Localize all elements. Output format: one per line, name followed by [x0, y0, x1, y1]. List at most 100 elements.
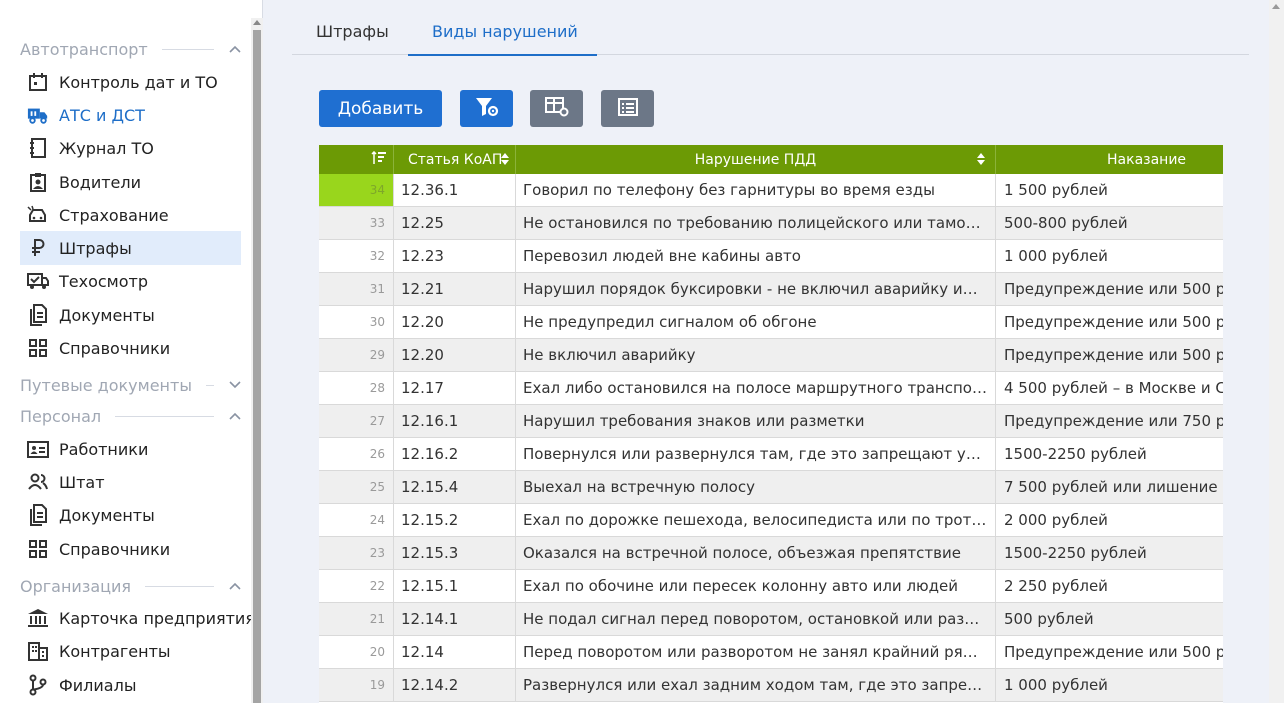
table-header: Статья КоАП Нарушение ПДД Наказание — [319, 145, 1223, 174]
id-badge-icon — [27, 171, 49, 193]
sidebar-item-documents[interactable]: Документы — [20, 298, 241, 332]
table-row[interactable]: 24 12.15.2 Ехал по дорожке пешехода, велос… — [319, 504, 1223, 537]
sidebar-item-branches[interactable]: Филиалы — [20, 668, 241, 702]
article-cell: 12.15.4 — [394, 471, 516, 503]
sidebar-item-references[interactable]: Справочники — [20, 331, 241, 365]
sidebar-item-drivers[interactable]: Водители — [20, 165, 241, 199]
column-header-violation[interactable]: Нарушение ПДД — [516, 145, 996, 174]
add-button[interactable]: Добавить — [319, 90, 442, 127]
table-row[interactable]: 28 12.17 Ехал либо остановился на полосе м… — [319, 372, 1223, 405]
sidebar-item-to-journal[interactable]: Журнал ТО — [20, 131, 241, 165]
divider — [205, 384, 214, 386]
table-row[interactable]: 30 12.20 Не предупредил сигналом об обгоне… — [319, 306, 1223, 339]
article-cell: 12.36.1 — [394, 174, 516, 206]
row-number: 27 — [319, 405, 394, 437]
violation-cell: Ехал по обочине или пересек колонну авто… — [516, 570, 996, 602]
sidebar-item-label: Журнал ТО — [59, 138, 154, 158]
documents-icon — [27, 304, 49, 326]
sidebar-item-date-control[interactable]: Контроль дат и ТО — [20, 65, 241, 99]
table-row[interactable]: 20 12.14 Перед поворотом или разворотом не… — [319, 636, 1223, 669]
sidebar-item-insurance[interactable]: Страхование — [20, 198, 241, 232]
table-row[interactable]: 29 12.20 Не включил аварийку Предупреждение… — [319, 339, 1223, 372]
documents-icon — [27, 504, 49, 526]
article-cell: 12.16.1 — [394, 405, 516, 437]
sidebar-item-label: Справочники — [59, 338, 171, 358]
sidebar-item-label: Штат — [59, 472, 105, 492]
inspection-icon — [27, 270, 49, 292]
sidebar-item-fines[interactable]: Штрафы — [20, 231, 241, 265]
section-vehicles[interactable]: Автотранспорт — [20, 38, 242, 60]
calendar-icon — [27, 71, 49, 93]
penalty-cell: 2 000 рублей — [1004, 511, 1108, 529]
section-waybills[interactable]: Путевые документы — [20, 374, 242, 396]
table-row[interactable]: 31 12.21 Нарушил порядок буксировки - не в… — [319, 273, 1223, 306]
table-row[interactable]: 23 12.15.3 Оказался на встречной полосе, о… — [319, 537, 1223, 570]
table-row[interactable]: 27 12.16.1 Нарушил требования знаков или р… — [319, 405, 1223, 438]
sidebar-item-label: Справочники — [59, 539, 171, 559]
violation-cell: Не подал сигнал перед поворотом, останов… — [516, 603, 996, 635]
sidebar-item-label: Карточка предприятия — [59, 608, 255, 628]
tab-violation-types[interactable]: Виды нарушений — [408, 22, 597, 56]
sidebar-item-inspection[interactable]: Техосмотр — [20, 264, 241, 298]
row-number: 32 — [319, 240, 394, 272]
table-row[interactable]: 19 12.14.2 Развернулся или ехал задним ход… — [319, 669, 1223, 702]
section-organization[interactable]: Организация — [20, 575, 242, 597]
sidebar-item-counterparties[interactable]: Контрагенты — [20, 634, 241, 668]
sidebar-item-employees[interactable]: Работники — [20, 432, 241, 466]
sidebar-item-company-card[interactable]: Карточка предприятия — [20, 601, 255, 635]
people-icon — [27, 471, 49, 493]
contact-card-icon — [27, 438, 49, 460]
sidebar-item-label: Техосмотр — [59, 271, 149, 291]
branch-icon — [27, 674, 49, 696]
column-header-label: Наказание — [1107, 151, 1187, 168]
row-number: 24 — [319, 504, 394, 536]
scroll-up-icon[interactable] — [253, 20, 261, 25]
violation-cell: Повернулся или развернулся там, где это … — [516, 438, 996, 470]
column-header-penalty[interactable]: Наказание — [996, 145, 1223, 174]
table-row[interactable]: 32 12.23 Перевозил людей вне кабины авто 1 … — [319, 240, 1223, 273]
penalty-cell: 1 000 рублей — [1004, 676, 1108, 694]
sort-icon — [501, 152, 509, 170]
filter-settings-button[interactable] — [460, 90, 513, 127]
sidebar-item-label: Водители — [59, 172, 142, 192]
table-row[interactable]: 21 12.14.1 Не подал сигнал перед поворотом… — [319, 603, 1223, 636]
sidebar-item-label: Страхование — [59, 205, 169, 225]
scroll-up-icon[interactable] — [1272, 4, 1280, 9]
row-number: 29 — [319, 339, 394, 371]
chevron-up-icon[interactable] — [228, 579, 242, 593]
divider — [115, 415, 214, 417]
sidebar: Автотранспорт Контроль дат и ТО АТС и ДС… — [0, 0, 263, 703]
sidebar-scrollbar[interactable] — [251, 18, 263, 703]
page-scrollbar[interactable] — [1269, 0, 1284, 703]
sidebar-item-personnel-documents[interactable]: Документы — [20, 498, 241, 532]
list-view-button[interactable] — [601, 90, 654, 127]
table-row[interactable]: 26 12.16.2 Повернулся или развернулся там,… — [319, 438, 1223, 471]
penalty-cell: Предупреждение или 500 рублей — [1004, 346, 1223, 364]
tab-fines[interactable]: Штрафы — [316, 22, 389, 55]
section-personnel[interactable]: Персонал — [20, 405, 242, 427]
chevron-down-icon[interactable] — [228, 378, 242, 392]
chevron-up-icon[interactable] — [228, 42, 242, 56]
scrollbar-thumb[interactable] — [253, 30, 261, 703]
article-cell: 12.15.3 — [394, 537, 516, 569]
sort-order-header[interactable] — [319, 145, 394, 174]
sidebar-item-ats[interactable]: АТС и ДСТ — [20, 98, 241, 132]
row-number: 28 — [319, 372, 394, 404]
row-number: 31 — [319, 273, 394, 305]
violation-cell: Не остановился по требованию полицейског… — [516, 207, 996, 239]
table-row[interactable]: 33 12.25 Не остановился по требованию поли… — [319, 207, 1223, 240]
columns-settings-button[interactable] — [530, 90, 583, 127]
chevron-up-icon[interactable] — [228, 409, 242, 423]
row-number: 25 — [319, 471, 394, 503]
column-header-article[interactable]: Статья КоАП — [394, 145, 516, 174]
sidebar-item-staff[interactable]: Штат — [20, 465, 241, 499]
table-gear-icon — [544, 95, 570, 123]
table-row[interactable]: 34 12.36.1 Говорил по телефону без гарниту… — [319, 174, 1223, 207]
section-label: Персонал — [20, 406, 102, 426]
table-row[interactable]: 22 12.15.1 Ехал по обочине или пересек кол… — [319, 570, 1223, 603]
article-cell: 12.15.1 — [394, 570, 516, 602]
penalty-cell: Предупреждение или 500 рублей — [1004, 643, 1223, 661]
sidebar-item-personnel-references[interactable]: Справочники — [20, 532, 241, 566]
row-number: 22 — [319, 570, 394, 602]
table-row[interactable]: 25 12.15.4 Выехал на встречную полосу 7 500… — [319, 471, 1223, 504]
